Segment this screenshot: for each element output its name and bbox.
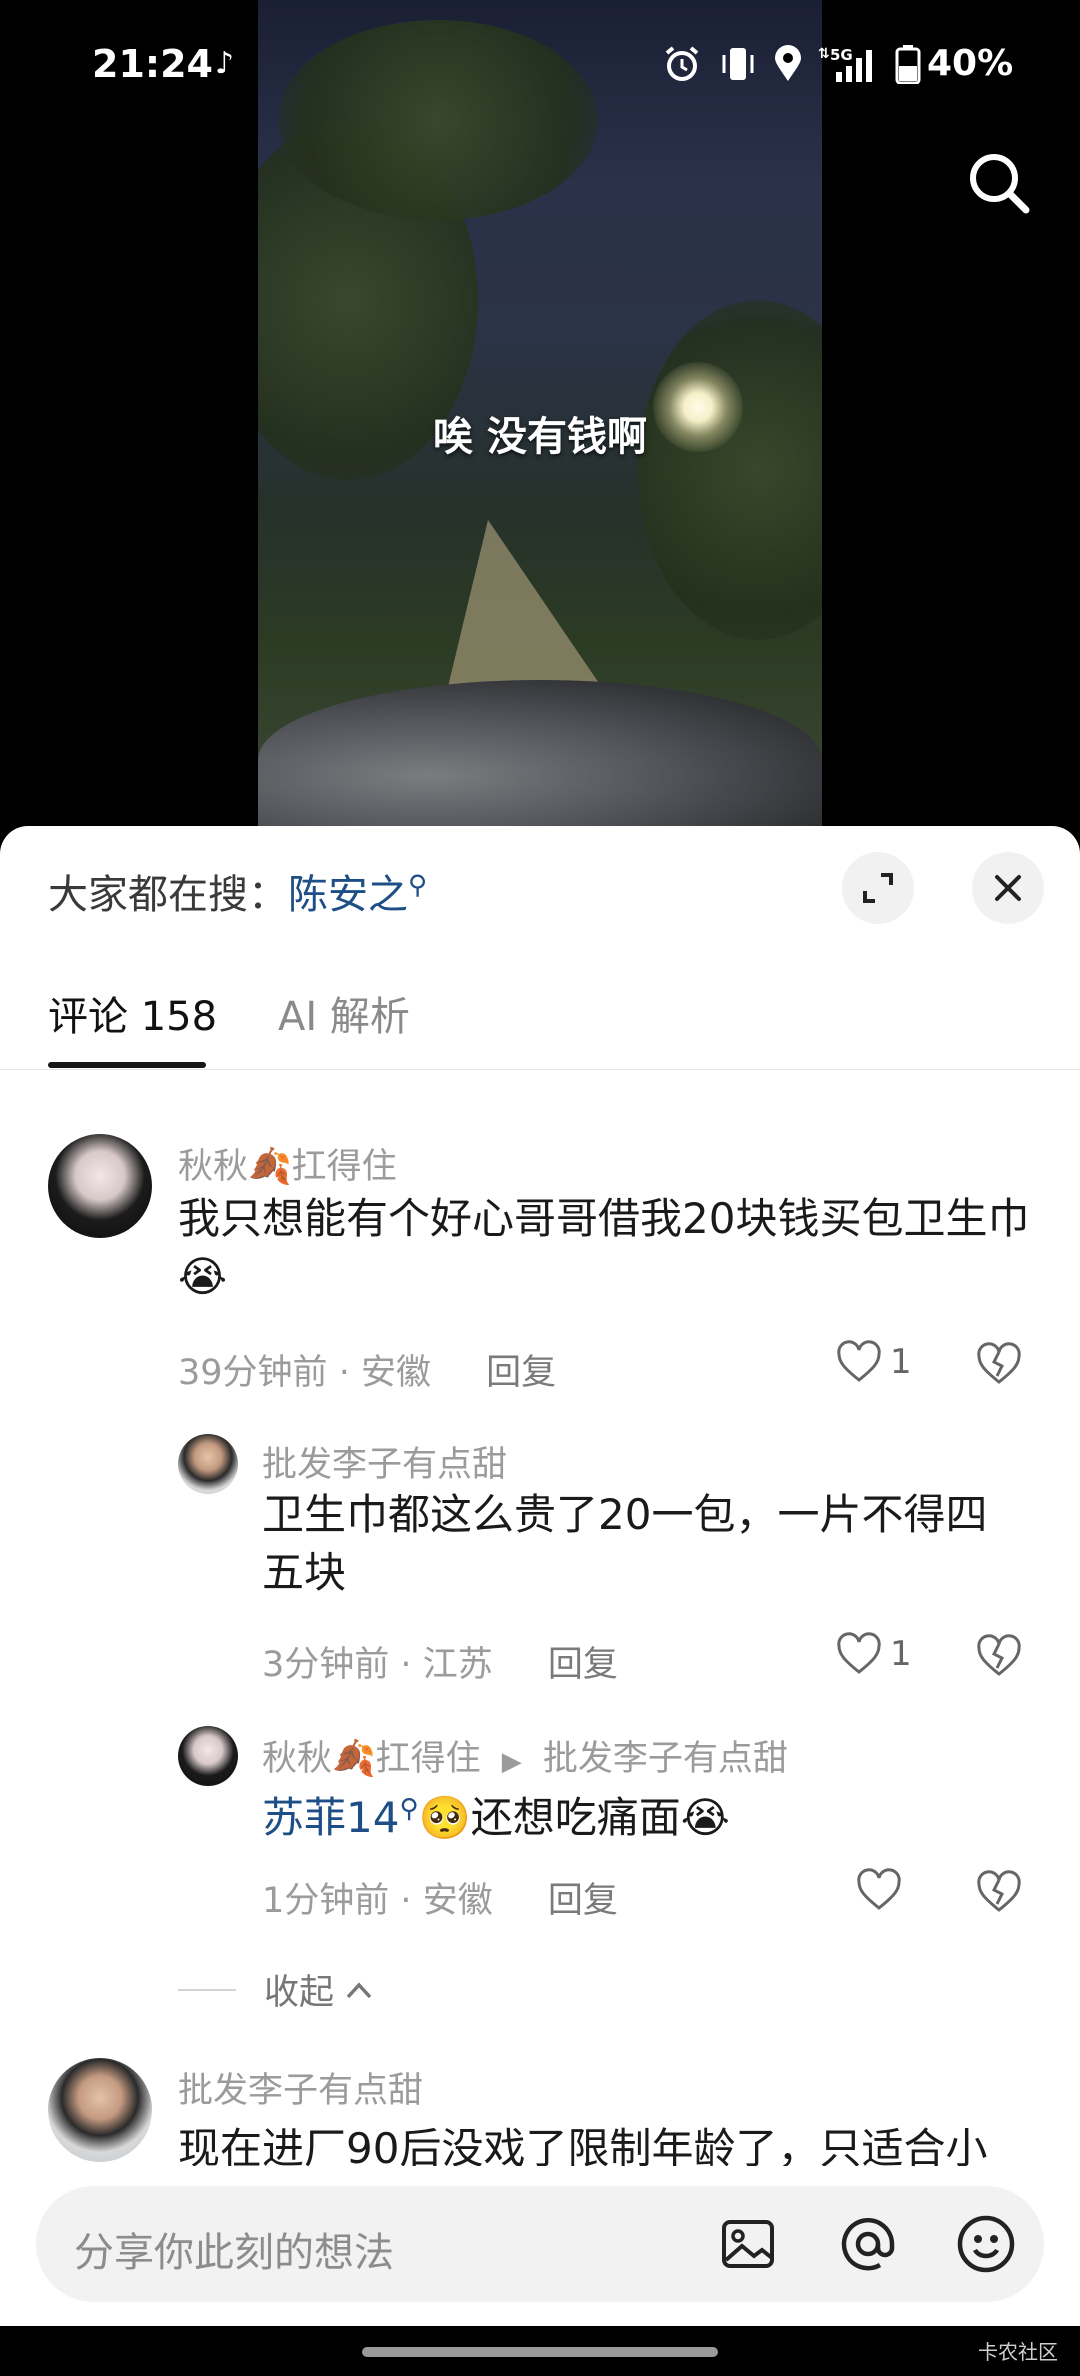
watermark: 卡农社区	[978, 2340, 1058, 2364]
collapse-replies-button[interactable]: 收起	[178, 1964, 374, 2015]
comment-username[interactable]: 秋秋🍂扛得住	[178, 1138, 397, 1189]
vibrate-icon	[718, 44, 758, 84]
search-small-icon: ⚲	[399, 1794, 419, 1824]
battery-icon	[893, 44, 923, 84]
like-button[interactable]: 1	[836, 1340, 912, 1384]
tab-ai-analysis[interactable]: AI 解析	[278, 984, 410, 1042]
expand-icon	[863, 873, 893, 903]
location-icon	[770, 44, 806, 84]
status-time: 21:24	[92, 42, 213, 86]
expand-button[interactable]	[842, 852, 914, 924]
mention-link[interactable]: 苏菲14⚲	[262, 1793, 419, 1842]
tab-active-indicator	[48, 1062, 206, 1068]
avatar[interactable]	[48, 2058, 152, 2162]
system-nav-bar: 卡农社区	[0, 2326, 1080, 2376]
tree-right	[638, 300, 822, 640]
reply-text: 苏菲14⚲🥺还想吃痛面😭	[262, 1780, 1042, 1847]
avatar[interactable]	[178, 1434, 238, 1494]
signal-icon: ⇅ 5G	[816, 44, 880, 84]
mention-text: 苏菲14	[262, 1793, 400, 1842]
hot-search-bar[interactable]: 大家都在搜：陈安之⚲	[48, 862, 427, 920]
home-handle[interactable]	[362, 2347, 718, 2357]
heart-icon	[837, 1632, 881, 1674]
comment-input[interactable]: 分享你此刻的想法	[36, 2186, 1044, 2302]
heart-icon	[857, 1868, 901, 1910]
svg-text:⇅: ⇅	[818, 46, 830, 62]
comment-time: 39分钟前	[178, 1353, 328, 1393]
like-count: 1	[890, 1634, 912, 1674]
reply-button[interactable]: 回复	[548, 1881, 618, 1921]
tab-comments[interactable]: 评论 158	[48, 984, 217, 1042]
heart-icon	[837, 1340, 881, 1382]
reply-text-body: 🥺还想吃痛面😭	[418, 1793, 730, 1842]
comment-username[interactable]: 批发李子有点甜	[178, 2062, 423, 2113]
broken-heart-icon	[977, 1870, 1021, 1912]
like-button[interactable]	[856, 1868, 902, 1912]
comment-sheet: 大家都在搜：陈安之⚲ 评论 158 AI 解析 秋秋🍂扛得住 我只想能有个好心哥…	[0, 826, 1080, 2326]
input-placeholder: 分享你此刻的想法	[74, 2230, 394, 2276]
reply-arrow-icon: ▶	[501, 1747, 522, 1777]
search-icon[interactable]	[964, 148, 1034, 218]
broken-heart-icon	[977, 1342, 1021, 1384]
mention-icon[interactable]	[836, 2212, 900, 2276]
close-button[interactable]	[972, 852, 1044, 924]
collapse-label: 收起	[264, 1973, 335, 2013]
avatar[interactable]	[48, 1134, 152, 1238]
status-bar: 21:24 ♪ ⇅ 5G 40%	[0, 0, 1080, 130]
reply-text-line: 卫生巾都这么贵了20一包，一片不得四	[262, 1490, 988, 1539]
reply-meta: 3分钟前 · 江苏 回复	[262, 1645, 618, 1685]
dislike-button[interactable]	[974, 1634, 1024, 1682]
collapse-divider	[178, 1988, 236, 1991]
dislike-button[interactable]	[974, 1870, 1024, 1918]
like-count: 1	[890, 1342, 912, 1382]
reply-text: 卫生巾都这么贵了20一包，一片不得四 五块	[262, 1486, 1042, 1602]
comment-location: 安徽	[360, 1353, 431, 1393]
reply-username[interactable]: 批发李子有点甜	[262, 1436, 507, 1487]
reply-location: 安徽	[422, 1881, 493, 1921]
hot-search-prefix: 大家都在搜：	[48, 872, 288, 918]
avatar[interactable]	[178, 1726, 238, 1786]
tab-divider	[0, 1069, 1080, 1070]
comment-text: 我只想能有个好心哥哥借我20块钱买包卫生巾😭	[178, 1194, 1030, 1301]
comment-meta: 39分钟前 · 安徽 回复	[178, 1353, 557, 1393]
video-caption: 唉 没有钱啊	[433, 414, 647, 460]
image-icon[interactable]	[716, 2212, 780, 2276]
reply-location: 江苏	[422, 1645, 493, 1685]
hot-search-term[interactable]: 陈安之	[288, 872, 408, 918]
reply-time: 3分钟前	[262, 1645, 390, 1685]
reply-header: 秋秋🍂扛得住 ▶ 批发李子有点甜	[262, 1730, 788, 1781]
search-small-icon: ⚲	[408, 870, 428, 901]
reply-meta: 1分钟前 · 安徽 回复	[262, 1881, 618, 1921]
broken-heart-icon	[977, 1634, 1021, 1676]
reply-username[interactable]: 秋秋🍂扛得住	[262, 1739, 481, 1779]
network-label: 5G	[830, 46, 853, 64]
like-button[interactable]: 1	[836, 1632, 912, 1676]
reply-time: 1分钟前	[262, 1881, 390, 1921]
alarm-icon	[662, 44, 702, 84]
legs-foreground	[258, 680, 822, 826]
chevron-up-icon	[346, 1981, 372, 1998]
reply-to-username[interactable]: 批发李子有点甜	[543, 1739, 788, 1779]
reply-text-line: 五块	[262, 1548, 347, 1597]
reply-button[interactable]: 回复	[548, 1645, 618, 1685]
battery-percent: 40%	[927, 43, 1014, 84]
reply-button[interactable]: 回复	[486, 1353, 556, 1393]
close-icon	[995, 875, 1021, 901]
emoji-icon[interactable]	[954, 2212, 1018, 2276]
dislike-button[interactable]	[974, 1342, 1024, 1390]
tiktok-icon: ♪	[215, 46, 235, 81]
